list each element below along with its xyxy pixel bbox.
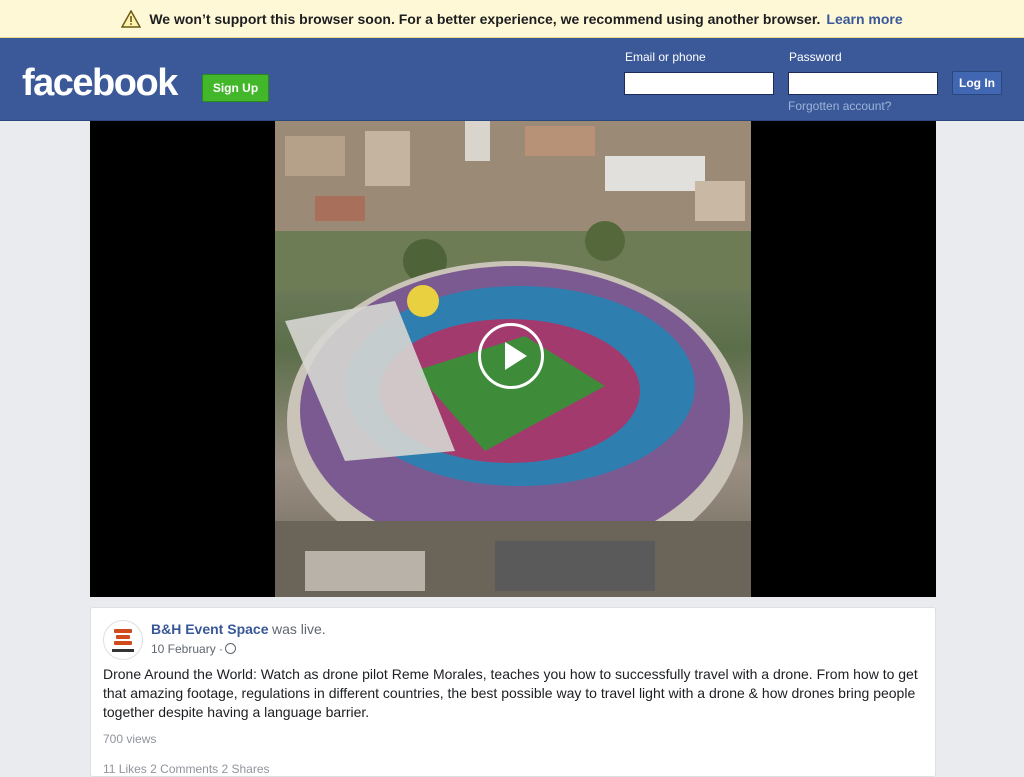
email-field[interactable] — [624, 72, 774, 95]
banner-message: We won’t support this browser soon. For … — [149, 10, 821, 27]
play-icon[interactable] — [478, 323, 544, 389]
globe-icon — [225, 643, 236, 654]
password-field[interactable] — [788, 72, 938, 95]
warning-icon — [121, 9, 142, 28]
forgotten-account-link[interactable]: Forgotten account? — [788, 99, 891, 113]
bh-event-space-logo — [112, 629, 134, 652]
engagement-stats[interactable]: 11 Likes 2 Comments 2 Shares — [103, 762, 270, 776]
view-count: 700 views — [103, 732, 157, 746]
post-date[interactable]: 10 February · — [151, 642, 223, 656]
post-card: B&H Event Space was live. 10 February · … — [90, 607, 936, 777]
log-in-button[interactable]: Log In — [952, 71, 1002, 95]
top-header: facebook Sign Up Email or phone Password… — [0, 38, 1024, 121]
page-avatar[interactable] — [103, 620, 143, 660]
post-text: Drone Around the World: Watch as drone p… — [103, 666, 918, 720]
email-label: Email or phone — [625, 50, 706, 64]
activity-text: was live. — [272, 621, 326, 637]
password-label: Password — [789, 50, 842, 64]
sign-up-button[interactable]: Sign Up — [202, 74, 269, 102]
video-thumbnail[interactable] — [275, 121, 751, 597]
browser-warning-banner: We won’t support this browser soon. For … — [0, 0, 1024, 38]
facebook-logo[interactable]: facebook — [22, 63, 178, 103]
learn-more-link[interactable]: Learn more — [826, 11, 902, 27]
page-name-link[interactable]: B&H Event Space — [151, 621, 268, 637]
video-player[interactable] — [90, 121, 936, 597]
